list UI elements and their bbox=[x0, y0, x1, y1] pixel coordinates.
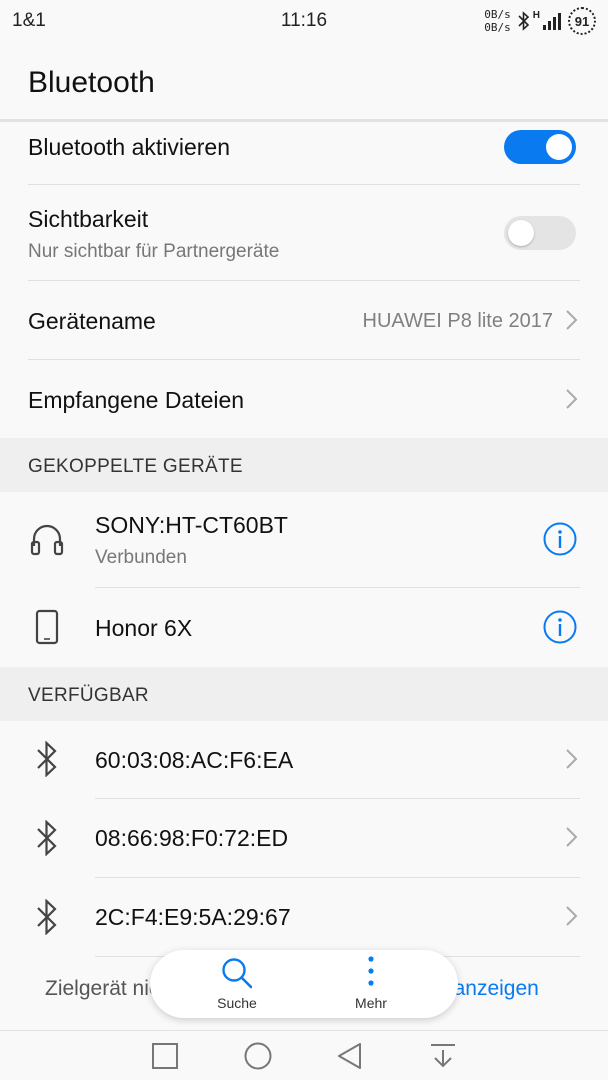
info-icon[interactable] bbox=[543, 610, 577, 644]
device-address: 08:66:98:F0:72:ED bbox=[95, 825, 289, 851]
chevron-right-icon bbox=[566, 310, 578, 330]
show-reasons-link[interactable]: anzeigen bbox=[454, 977, 539, 1000]
battery-indicator: 91 bbox=[568, 7, 596, 35]
bluetooth-status-icon bbox=[518, 11, 529, 31]
net-up-speed: 0B/s bbox=[484, 8, 511, 21]
chevron-right-icon bbox=[566, 749, 578, 769]
device-name: SONY:HT-CT60BT bbox=[95, 512, 288, 538]
more-vertical-icon bbox=[368, 956, 374, 986]
bluetooth-enable-row[interactable]: Bluetooth aktivieren bbox=[0, 122, 608, 185]
chevron-right-icon bbox=[566, 827, 578, 847]
bluetooth-icon bbox=[37, 899, 57, 935]
bluetooth-enable-label: Bluetooth aktivieren bbox=[28, 134, 231, 160]
device-name-value: HUAWEI P8 lite 2017 bbox=[362, 310, 553, 332]
info-icon[interactable] bbox=[543, 522, 577, 556]
device-name-label: Gerätename bbox=[28, 308, 156, 334]
bluetooth-icon bbox=[37, 820, 57, 856]
available-device-item[interactable]: 60:03:08:AC:F6:EA bbox=[0, 721, 608, 798]
status-icons: 0B/s 0B/s H 91 bbox=[484, 4, 596, 38]
back-triangle-icon[interactable] bbox=[335, 1041, 365, 1071]
visibility-label: Sichtbarkeit bbox=[28, 206, 149, 232]
paired-device-item[interactable]: Honor 6X bbox=[0, 588, 608, 667]
available-device-item[interactable]: 08:66:98:F0:72:ED bbox=[0, 799, 608, 877]
visibility-row[interactable]: Sichtbarkeit Nur sichtbar für Partnerger… bbox=[0, 185, 608, 280]
recents-square-icon[interactable] bbox=[150, 1041, 180, 1071]
status-bar: 1&1 11:16 0B/s 0B/s H 91 bbox=[0, 0, 608, 40]
visibility-toggle[interactable] bbox=[504, 216, 576, 250]
home-circle-icon[interactable] bbox=[243, 1041, 273, 1071]
phone-icon bbox=[35, 609, 59, 645]
app-bar: Bluetooth bbox=[0, 40, 608, 120]
device-name: Honor 6X bbox=[95, 615, 193, 641]
page-title: Bluetooth bbox=[28, 66, 155, 99]
toggle-knob bbox=[508, 220, 534, 246]
bluetooth-icon bbox=[37, 741, 57, 777]
more-label: Mehr bbox=[355, 995, 387, 1011]
search-label: Suche bbox=[217, 995, 257, 1011]
received-files-row[interactable]: Empfangene Dateien bbox=[0, 360, 608, 438]
visibility-sublabel: Nur sichtbar für Partnergeräte bbox=[28, 241, 280, 262]
battery-level: 91 bbox=[574, 13, 590, 29]
system-nav-bar bbox=[0, 1030, 608, 1080]
notification-pulldown-icon[interactable] bbox=[428, 1041, 458, 1071]
floating-action-bar: Suche Mehr bbox=[150, 950, 458, 1018]
paired-devices-header: GEKOPPELTE GERÄTE bbox=[0, 438, 608, 492]
net-down-speed: 0B/s bbox=[484, 21, 511, 34]
device-address: 2C:F4:E9:5A:29:67 bbox=[95, 904, 291, 930]
search-button[interactable]: Suche bbox=[160, 950, 314, 1018]
network-speed: 0B/s 0B/s bbox=[484, 8, 511, 34]
signal-icon bbox=[543, 13, 561, 30]
network-type-label: H bbox=[532, 9, 540, 21]
bluetooth-toggle[interactable] bbox=[504, 130, 576, 164]
device-status: Verbunden bbox=[95, 547, 187, 568]
received-files-label: Empfangene Dateien bbox=[28, 387, 245, 413]
more-button[interactable]: Mehr bbox=[294, 950, 448, 1018]
chevron-right-icon bbox=[566, 389, 578, 409]
chevron-right-icon bbox=[566, 906, 578, 926]
headphones-icon bbox=[30, 524, 64, 556]
available-devices-header: VERFÜGBAR bbox=[0, 667, 608, 721]
search-icon bbox=[222, 958, 253, 989]
available-device-item[interactable]: 2C:F4:E9:5A:29:67 bbox=[0, 878, 608, 956]
paired-device-item[interactable]: SONY:HT-CT60BT Verbunden bbox=[0, 492, 608, 587]
toggle-knob bbox=[546, 134, 572, 160]
device-name-row[interactable]: Gerätename HUAWEI P8 lite 2017 bbox=[0, 281, 608, 359]
device-address: 60:03:08:AC:F6:EA bbox=[95, 747, 294, 773]
section-title: VERFÜGBAR bbox=[28, 685, 149, 706]
section-title: GEKOPPELTE GERÄTE bbox=[28, 456, 243, 477]
